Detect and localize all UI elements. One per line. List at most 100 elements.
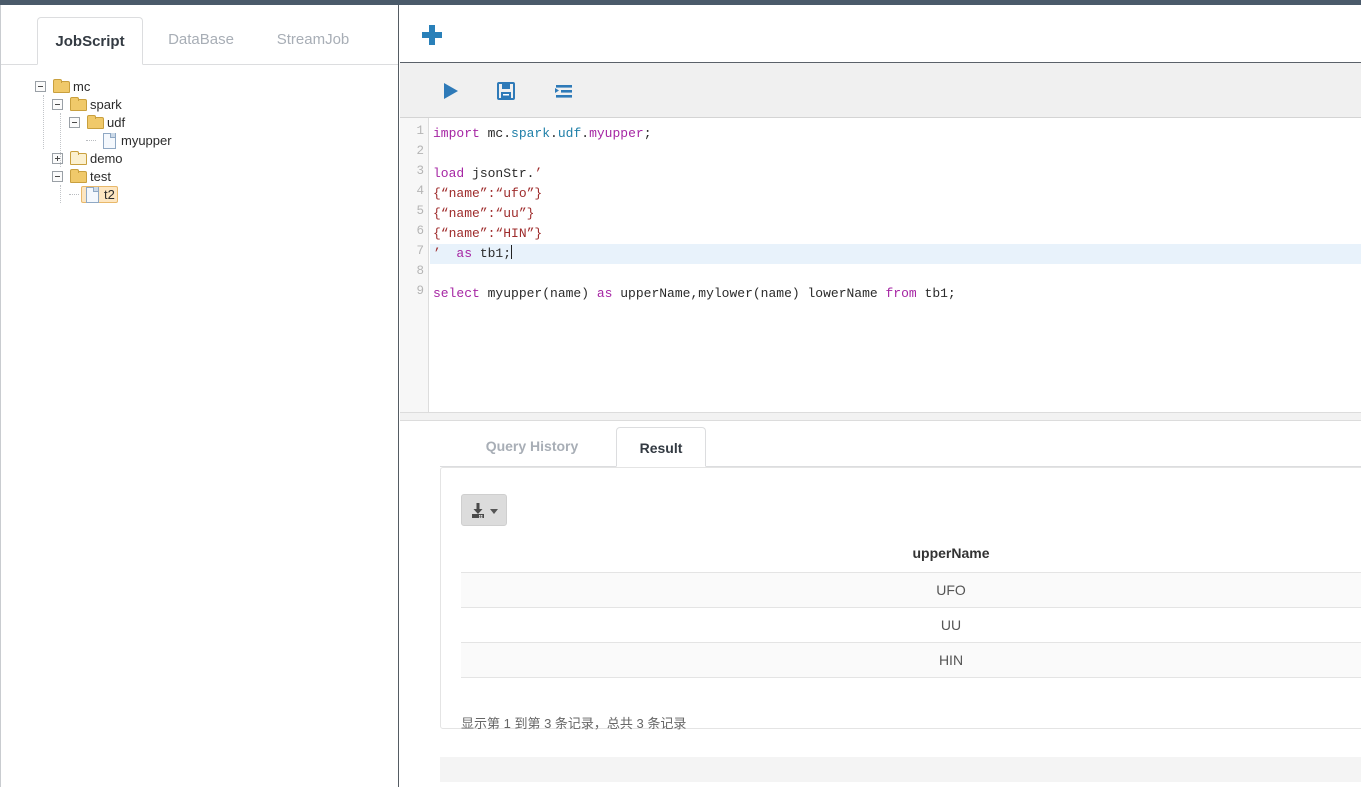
panel-splitter[interactable] <box>400 412 1361 421</box>
code-line[interactable]: {“name”:“HIN”} <box>430 224 1361 244</box>
code-token: {“name”:“HIN”} <box>433 226 543 241</box>
line-number: 5 <box>416 204 424 218</box>
sidebar-tab-strip: JobScript DataBase StreamJob <box>1 5 398 65</box>
code-token: . <box>550 126 558 141</box>
code-token: . <box>581 126 590 141</box>
code-token: as <box>596 286 613 301</box>
code-line[interactable]: ’ as tb1; <box>430 244 1361 264</box>
table-header-row: upperName <box>461 534 1361 573</box>
tab-jobscript-label: JobScript <box>55 33 125 50</box>
tree-node-label: t2 <box>104 186 115 202</box>
tree-node-hit[interactable]: mc <box>50 79 93 94</box>
file-icon <box>101 133 117 149</box>
collapse-icon[interactable] <box>69 116 80 128</box>
run-icon[interactable] <box>436 77 464 105</box>
line-number-gutter: 1 2 3 4 5 6 7 8 9 <box>400 118 429 412</box>
table-pagination-info: 显示第 1 到第 3 条记录，总共 3 条记录 <box>461 716 687 731</box>
code-line[interactable]: import mc.spark.udf.myupper; <box>430 124 1361 144</box>
tree-node-spark[interactable]: spark <box>1 95 125 113</box>
text-caret <box>511 245 513 259</box>
tree-node-hit[interactable]: udf <box>84 115 128 130</box>
table-row: HIN <box>461 642 1361 678</box>
code-token: udf <box>557 126 582 141</box>
download-icon <box>472 503 484 518</box>
tree-node-mc[interactable]: mc <box>1 77 93 95</box>
code-token: jsonStr. <box>464 166 535 181</box>
tree-node-hit[interactable]: myupper <box>98 132 175 149</box>
tab-database-label: DataBase <box>168 31 234 48</box>
table-cell: UU <box>461 607 1361 643</box>
save-icon[interactable] <box>492 77 520 105</box>
collapse-icon[interactable] <box>52 170 63 182</box>
tab-result-label: Result <box>639 440 683 456</box>
tree-node-hit[interactable]: spark <box>67 97 125 112</box>
code-line[interactable]: {“name”:“uu”} <box>430 204 1361 224</box>
result-panel: Query History Result upperName UFO UU HI… <box>400 421 1361 782</box>
result-content-box: upperName UFO UU HIN 显示第 1 到第 3 条记录，总共 3 条… <box>440 467 1361 731</box>
tab-streamjob[interactable]: StreamJob <box>259 16 367 64</box>
code-content[interactable]: import mc.spark.udf.myupper; load jsonStr… <box>430 118 1361 412</box>
tab-result[interactable]: Result <box>616 427 706 467</box>
tree-node-demo[interactable]: demo <box>1 149 126 167</box>
code-token: ’ <box>534 166 543 181</box>
code-token: mc. <box>479 126 512 141</box>
code-line[interactable]: {“name”:“ufo”} <box>430 184 1361 204</box>
code-token: ’ <box>433 246 441 261</box>
file-icon <box>84 187 100 203</box>
add-script-tab-button[interactable] <box>422 25 442 45</box>
tree-guide-dots <box>86 139 96 141</box>
code-line[interactable]: select myupper(name) as upperName,mylowe… <box>430 284 1361 304</box>
table-row: UU <box>461 607 1361 643</box>
tree-node-label: spark <box>90 96 122 112</box>
tab-streamjob-label: StreamJob <box>276 31 350 48</box>
tree-guide-line <box>60 113 61 167</box>
tree-guide-line <box>43 95 44 149</box>
line-number: 2 <box>416 144 424 158</box>
chevron-down-icon <box>490 509 498 514</box>
code-line[interactable]: load jsonStr.’ <box>430 164 1361 184</box>
tree-node-label: myupper <box>121 132 172 148</box>
table-column-header: upperName <box>461 534 1361 573</box>
format-indent-icon[interactable] <box>550 77 578 105</box>
code-line[interactable] <box>430 264 1361 284</box>
tree-node-label: demo <box>90 150 123 166</box>
code-token: {“name”:“ufo”} <box>433 186 543 201</box>
tree-node-hit[interactable]: test <box>67 169 114 184</box>
main-workspace: 123456789 import mc.spark.udf.myupper; lo… <box>400 5 1361 787</box>
tree-node-udf[interactable]: udf <box>1 113 128 131</box>
line-number: 3 <box>416 164 424 178</box>
line-number: 7 <box>416 244 424 258</box>
editor-tab-strip <box>400 5 1361 63</box>
table-cell: UFO <box>461 572 1361 608</box>
folder-icon <box>70 169 87 183</box>
tab-database[interactable]: DataBase <box>151 16 251 64</box>
table-row: UFO <box>461 572 1361 608</box>
folder-icon <box>53 79 70 93</box>
result-footer-bar <box>440 757 1361 782</box>
code-token: ; <box>643 126 652 141</box>
code-token: as <box>456 246 473 261</box>
expand-icon[interactable] <box>52 152 63 164</box>
tree-node-label: udf <box>107 114 126 130</box>
tree-node-hit[interactable]: demo <box>67 151 126 166</box>
code-token: import <box>433 126 480 141</box>
code-token: from <box>885 286 917 301</box>
code-line[interactable] <box>430 144 1361 164</box>
download-button[interactable] <box>461 494 507 526</box>
collapse-icon[interactable] <box>35 80 46 92</box>
tree-node-label: test <box>90 168 111 184</box>
table-cell: HIN <box>461 642 1361 678</box>
code-token: spark <box>511 126 551 141</box>
tree-node-test[interactable]: test <box>1 167 114 185</box>
editor-toolbar <box>400 63 1361 118</box>
tab-jobscript[interactable]: JobScript <box>37 17 143 65</box>
tree-node-hit[interactable]: t2 <box>81 185 118 203</box>
result-tab-strip: Query History Result <box>440 421 1361 467</box>
tree-node-myupper[interactable]: myupper <box>1 131 175 149</box>
code-token: myupper(name) <box>479 286 597 301</box>
folder-icon <box>70 97 87 111</box>
collapse-icon[interactable] <box>52 98 63 110</box>
tab-query-history[interactable]: Query History <box>464 426 600 466</box>
code-editor[interactable]: 123456789 import mc.spark.udf.myupper; lo… <box>400 118 1361 412</box>
